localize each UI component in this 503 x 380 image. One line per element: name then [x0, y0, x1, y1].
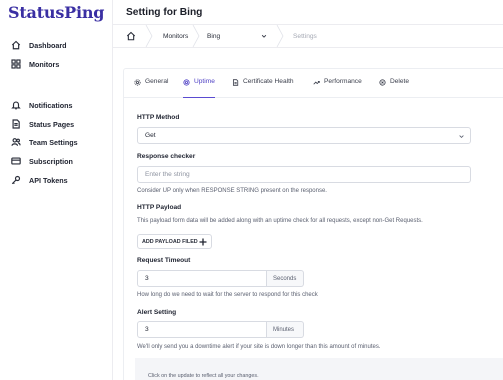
alert-setting-unit: Minutes	[267, 321, 304, 338]
plus-icon	[199, 238, 207, 246]
http-method-label: HTTP Method	[137, 114, 180, 121]
tab-uptime[interactable]: Uptime	[183, 78, 215, 98]
sidebar-item-label: Notifications	[29, 100, 73, 110]
request-timeout-unit: Seconds	[267, 270, 304, 287]
sidebar-item-label: API Tokens	[29, 175, 68, 185]
alert-setting-label: Alert Setting	[137, 309, 177, 316]
tab-delete[interactable]: Delete	[379, 78, 409, 98]
users-icon	[11, 138, 21, 146]
add-payload-label: ADD PAYLOAD FILED	[142, 238, 198, 245]
tab-label: General	[145, 78, 169, 85]
sidebar-item-api-tokens[interactable]: API Tokens	[11, 172, 68, 188]
target-icon	[183, 78, 190, 86]
key-icon	[11, 175, 21, 185]
breadcrumb-bing-label: Bing	[207, 32, 221, 40]
alert-setting-help: We'll only send you a downtime alert if …	[137, 344, 381, 350]
footer-text: Click on the update to reflect all your …	[148, 373, 259, 379]
sidebar-item-label: Dashboard	[29, 40, 67, 50]
sidebar-item-monitors[interactable]: Monitors	[11, 56, 59, 72]
alert-setting-value: 3	[145, 326, 149, 333]
breadcrumb-bing[interactable]: Bing	[207, 25, 267, 47]
page-title: Setting for Bing	[126, 7, 203, 18]
chevron-down-icon	[459, 135, 464, 139]
http-method-select[interactable]: Get	[137, 127, 471, 144]
breadcrumb-monitors[interactable]: Monitors	[163, 25, 188, 47]
tab-performance[interactable]: Performance	[313, 78, 362, 98]
breadcrumb-settings: Settings	[293, 32, 317, 40]
tab-label: Delete	[390, 78, 410, 85]
sidebar-item-dashboard[interactable]: Dashboard	[11, 37, 67, 53]
sidebar-item-label: Monitors	[29, 59, 60, 69]
sidebar-item-label: Team Settings	[29, 137, 78, 147]
bell-icon	[11, 101, 21, 110]
response-checker-help: Consider UP only when RESPONSE STRING pr…	[137, 188, 327, 194]
tab-certificate-health[interactable]: Certificate Health	[232, 78, 294, 98]
tab-label: Uptime	[194, 78, 215, 85]
sidebar-item-team-settings[interactable]: Team Settings	[11, 134, 78, 150]
add-payload-button[interactable]: ADD PAYLOAD FILED	[137, 234, 212, 249]
trend-icon	[313, 80, 320, 85]
alert-setting-input[interactable]: 3	[137, 321, 267, 338]
gear-icon	[134, 78, 141, 86]
credit-card-icon	[11, 157, 21, 165]
grid-icon	[11, 59, 21, 69]
document-icon	[12, 119, 20, 129]
sidebar-item-subscription[interactable]: Subscription	[11, 153, 73, 169]
breadcrumb-separator	[276, 24, 284, 48]
sidebar-item-label: Status Pages	[29, 119, 75, 129]
breadcrumb-separator	[192, 24, 200, 48]
x-circle-icon	[379, 78, 386, 86]
request-timeout-label: Request Timeout	[137, 257, 191, 264]
breadcrumb: Monitors Bing Settings	[113, 24, 503, 48]
breadcrumb-separator	[145, 24, 153, 48]
response-checker-label: Response checker	[137, 153, 196, 160]
tab-label: Performance	[324, 78, 362, 85]
home-icon	[126, 31, 136, 41]
chevron-down-icon	[262, 34, 267, 38]
sidebar: StatusPing Dashboard Monitors Notificati…	[0, 0, 113, 380]
tab-label: Certificate Health	[243, 78, 294, 85]
http-method-value: Get	[145, 132, 156, 139]
request-timeout-value: 3	[145, 275, 149, 282]
http-payload-help: This payload form data will be added alo…	[137, 218, 423, 224]
certificate-icon	[232, 78, 239, 86]
response-checker-input[interactable]: Enter the string	[137, 166, 471, 183]
http-payload-label: HTTP Payload	[137, 204, 182, 211]
request-timeout-input[interactable]: 3	[137, 270, 267, 287]
request-timeout-help: How long do we need to wait for the serv…	[137, 292, 318, 298]
app-logo[interactable]: StatusPing	[8, 3, 104, 22]
sidebar-item-label: Subscription	[29, 156, 73, 166]
response-checker-placeholder: Enter the string	[145, 171, 190, 178]
sidebar-item-notifications[interactable]: Notifications	[11, 97, 73, 113]
tab-bar: General Uptime Certificate Health Perfor…	[124, 69, 503, 98]
sidebar-item-status-pages[interactable]: Status Pages	[11, 116, 74, 132]
home-icon	[11, 40, 21, 50]
breadcrumb-home[interactable]	[126, 25, 136, 47]
tab-general[interactable]: General	[134, 78, 168, 98]
